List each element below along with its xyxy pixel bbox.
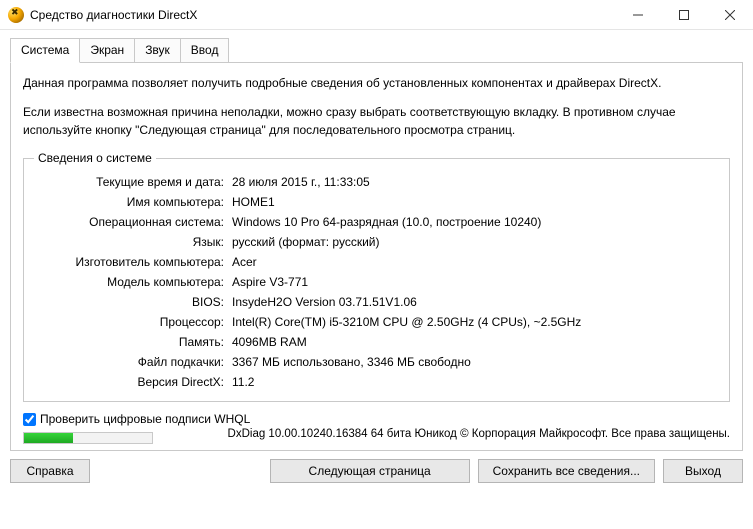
progress-fill	[24, 433, 73, 443]
value-model: Aspire V3-771	[232, 275, 719, 289]
value-pagefile: 3367 МБ использовано, 3346 МБ свободно	[232, 355, 719, 369]
value-bios: InsydeH2O Version 03.71.51V1.06	[232, 295, 719, 309]
value-lang: русский (формат: русский)	[232, 235, 719, 249]
save-all-button[interactable]: Сохранить все сведения...	[478, 459, 655, 483]
label-ram: Память:	[34, 335, 224, 349]
progress-bar	[23, 432, 153, 444]
value-os: Windows 10 Pro 64-разрядная (10.0, постр…	[232, 215, 719, 229]
value-manufacturer: Acer	[232, 255, 719, 269]
label-lang: Язык:	[34, 235, 224, 249]
maximize-button[interactable]	[661, 0, 707, 30]
next-page-button[interactable]: Следующая страница	[270, 459, 470, 483]
tab-panel-system: Данная программа позволяет получить подр…	[10, 62, 743, 451]
footer-buttons: Справка Следующая страница Сохранить все…	[10, 459, 743, 483]
label-cpu: Процессор:	[34, 315, 224, 329]
whql-checkbox[interactable]	[23, 413, 36, 426]
label-manufacturer: Изготовитель компьютера:	[34, 255, 224, 269]
whql-check-row[interactable]: Проверить цифровые подписи WHQL	[23, 412, 730, 426]
intro-text-1: Данная программа позволяет получить подр…	[23, 75, 730, 92]
whql-label: Проверить цифровые подписи WHQL	[40, 412, 250, 426]
tabs: Система Экран Звук Ввод	[10, 38, 743, 63]
label-pagefile: Файл подкачки:	[34, 355, 224, 369]
label-os: Операционная система:	[34, 215, 224, 229]
label-datetime: Текущие время и дата:	[34, 175, 224, 189]
label-bios: BIOS:	[34, 295, 224, 309]
close-button[interactable]	[707, 0, 753, 30]
titlebar: Средство диагностики DirectX	[0, 0, 753, 30]
label-hostname: Имя компьютера:	[34, 195, 224, 209]
value-ram: 4096MB RAM	[232, 335, 719, 349]
intro-text-2: Если известна возможная причина неполадк…	[23, 104, 730, 139]
tab-input[interactable]: Ввод	[180, 38, 230, 63]
minimize-button[interactable]	[615, 0, 661, 30]
value-directx-version: 11.2	[232, 375, 719, 389]
tab-screen[interactable]: Экран	[79, 38, 135, 63]
dxdiag-icon	[8, 7, 24, 23]
tab-sound[interactable]: Звук	[134, 38, 181, 63]
value-cpu: Intel(R) Core(TM) i5-3210M CPU @ 2.50GHz…	[232, 315, 719, 329]
label-model: Модель компьютера:	[34, 275, 224, 289]
value-datetime: 28 июля 2015 г., 11:33:05	[232, 175, 719, 189]
window-title: Средство диагностики DirectX	[30, 8, 197, 22]
tab-system[interactable]: Система	[10, 38, 80, 63]
value-hostname: HOME1	[232, 195, 719, 209]
help-button[interactable]: Справка	[10, 459, 90, 483]
exit-button[interactable]: Выход	[663, 459, 743, 483]
system-info-legend: Сведения о системе	[34, 151, 156, 165]
label-directx-version: Версия DirectX:	[34, 375, 224, 389]
system-info-group: Сведения о системе Текущие время и дата:…	[23, 151, 730, 402]
